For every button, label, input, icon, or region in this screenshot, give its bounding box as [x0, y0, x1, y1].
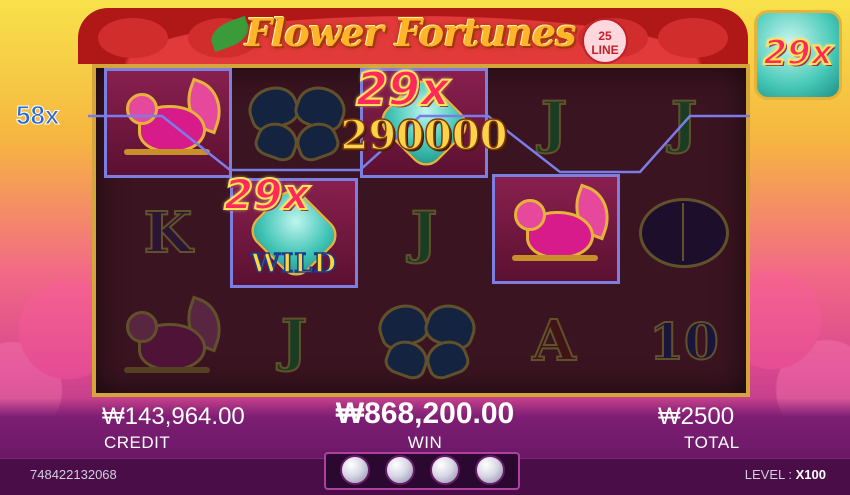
level-value: X100 — [795, 467, 826, 482]
reel-cell-j: J — [620, 68, 748, 178]
bird-symbol-icon — [120, 77, 231, 163]
symbol-10: 10 — [648, 311, 720, 372]
level-label: LEVEL : — [744, 467, 792, 482]
pearl-icon[interactable] — [385, 455, 415, 485]
total-label: TOTAL — [684, 433, 740, 452]
symbol-j: J — [410, 199, 438, 267]
symbol-j: J — [280, 307, 308, 375]
win-label: WIN — [407, 433, 443, 452]
wild-multiplier: 29x — [223, 169, 311, 220]
reel-cell-a: A — [490, 286, 618, 396]
jade-multiplier-tile: 29x — [754, 10, 842, 100]
game-title: Flower Fortunes — [245, 10, 577, 55]
reel-cell-beetle — [620, 178, 748, 288]
banner-cloud — [98, 18, 168, 58]
banner-cloud — [658, 18, 728, 58]
reel-cell-k: K — [104, 178, 232, 288]
side-multiplier: 58x — [15, 100, 60, 131]
pearl-icon[interactable] — [340, 455, 370, 485]
symbol-k: K — [143, 199, 194, 267]
credit-value: ₩143,964.00 — [102, 403, 245, 430]
reel-cell-bird — [492, 174, 620, 284]
lines-badge: 25 LINE — [582, 18, 628, 64]
reel-cell-j: J — [230, 286, 358, 396]
big-win-amount: 290000 — [340, 111, 509, 160]
beetle-symbol-icon — [639, 198, 729, 268]
bird-symbol-icon — [508, 183, 619, 269]
win-value: ₩868,200.00 — [335, 397, 515, 430]
credit-label: CREDIT — [104, 433, 171, 452]
symbol-j: J — [670, 89, 698, 157]
account-id: 748422132068 — [30, 467, 117, 482]
reel-cell-butterfly — [360, 286, 488, 396]
butterfly-symbol-icon — [372, 297, 482, 384]
pearl-icon[interactable] — [430, 455, 460, 485]
wild-label: WILD — [250, 248, 338, 280]
reel-cell-bird — [104, 68, 232, 178]
reel-cell-j: J — [360, 178, 488, 288]
reel-cell-bird — [104, 286, 232, 396]
symbol-j: J — [540, 89, 568, 157]
reel-cell-10: 10 — [620, 286, 748, 396]
symbol-a: A — [531, 307, 576, 375]
bird-symbol-icon — [120, 295, 231, 381]
total-value: ₩2500 — [658, 403, 735, 430]
pearl-icon[interactable] — [475, 455, 505, 485]
level-indicator: LEVEL : X100 — [745, 467, 826, 482]
reel-top-multiplier: 29x — [355, 61, 451, 117]
jade-tile-multiplier: 29x — [762, 32, 833, 74]
